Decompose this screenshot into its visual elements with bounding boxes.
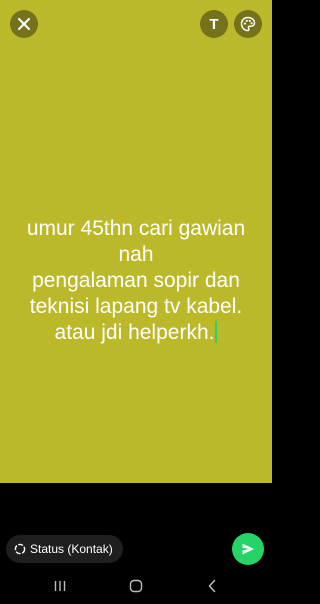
back-button[interactable]: [200, 575, 224, 597]
status-ring-icon: [14, 543, 26, 555]
send-button[interactable]: [232, 533, 264, 565]
status-audience-chip[interactable]: Status (Kontak): [6, 535, 123, 563]
status-audience-label: Status (Kontak): [30, 542, 113, 556]
palette-icon: [240, 16, 256, 32]
system-navigation-bar: [0, 569, 272, 604]
close-icon: [18, 18, 30, 30]
home-button[interactable]: [124, 575, 148, 597]
send-icon: [242, 543, 254, 555]
status-canvas[interactable]: T umur 45thn cari gawian nah pengalaman …: [0, 0, 272, 483]
home-icon: [129, 579, 143, 593]
close-button[interactable]: [10, 10, 38, 38]
bottom-bar: Status (Kontak): [0, 483, 272, 569]
status-composer-screen: T umur 45thn cari gawian nah pengalaman …: [0, 0, 272, 604]
back-icon: [208, 579, 216, 593]
recent-apps-icon: [54, 581, 66, 591]
status-text-content: umur 45thn cari gawian nah pengalaman so…: [26, 217, 246, 344]
text-tool-icon: T: [209, 15, 219, 33]
text-cursor: [215, 321, 218, 343]
color-palette-button[interactable]: [234, 10, 262, 38]
text-tool-button[interactable]: T: [200, 10, 228, 38]
status-text-editor[interactable]: umur 45thn cari gawian nah pengalaman so…: [12, 216, 260, 346]
recent-apps-button[interactable]: [48, 575, 72, 597]
